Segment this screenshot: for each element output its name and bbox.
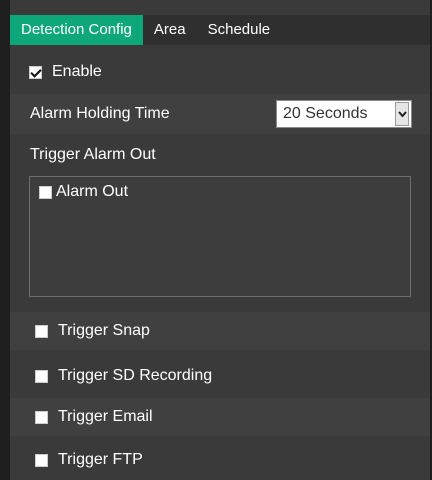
chevron-down-icon[interactable] bbox=[395, 102, 409, 126]
trigger-snap-checkbox[interactable] bbox=[35, 324, 48, 338]
enable-label: Enable bbox=[52, 63, 102, 80]
alarm-out-list: Alarm Out bbox=[29, 176, 411, 297]
alarm-out-label: Alarm Out bbox=[56, 183, 129, 200]
alarm-out-item[interactable]: Alarm Out bbox=[39, 183, 128, 201]
trigger-sd-recording-checkbox[interactable] bbox=[35, 369, 48, 383]
trigger-snap-label: Trigger Snap bbox=[58, 322, 150, 339]
trigger-email-label: Trigger Email bbox=[58, 408, 153, 425]
trigger-email-row: Trigger Email bbox=[10, 398, 430, 436]
trigger-sd-recording-row: Trigger SD Recording bbox=[10, 357, 430, 395]
trigger-sd-recording-label: Trigger SD Recording bbox=[58, 367, 213, 384]
alarm-holding-row: Alarm Holding Time 20 Seconds bbox=[10, 94, 430, 134]
trigger-ftp-label: Trigger FTP bbox=[58, 451, 143, 468]
enable-row: Enable bbox=[10, 52, 430, 92]
detection-config-panel: Detection Config Area Schedule Enable Al… bbox=[10, 0, 430, 480]
trigger-ftp-checkbox[interactable] bbox=[35, 453, 48, 467]
trigger-email-checkbox[interactable] bbox=[35, 410, 48, 424]
alarm-holding-label: Alarm Holding Time bbox=[30, 105, 170, 122]
alarm-holding-value: 20 Seconds bbox=[283, 105, 368, 122]
tab-detection-config[interactable]: Detection Config bbox=[10, 15, 143, 45]
enable-checkbox[interactable] bbox=[29, 65, 42, 79]
alarm-holding-select[interactable]: 20 Seconds bbox=[276, 100, 412, 128]
tab-schedule[interactable]: Schedule bbox=[197, 15, 282, 45]
trigger-alarm-out-label: Trigger Alarm Out bbox=[30, 146, 156, 163]
trigger-ftp-row: Trigger FTP bbox=[10, 441, 430, 479]
alarm-out-checkbox[interactable] bbox=[39, 185, 52, 199]
trigger-alarm-out-row: Trigger Alarm Out bbox=[10, 137, 430, 173]
tab-area[interactable]: Area bbox=[143, 15, 197, 45]
tab-bar: Detection Config Area Schedule bbox=[10, 15, 430, 45]
trigger-snap-row: Trigger Snap bbox=[10, 312, 430, 350]
